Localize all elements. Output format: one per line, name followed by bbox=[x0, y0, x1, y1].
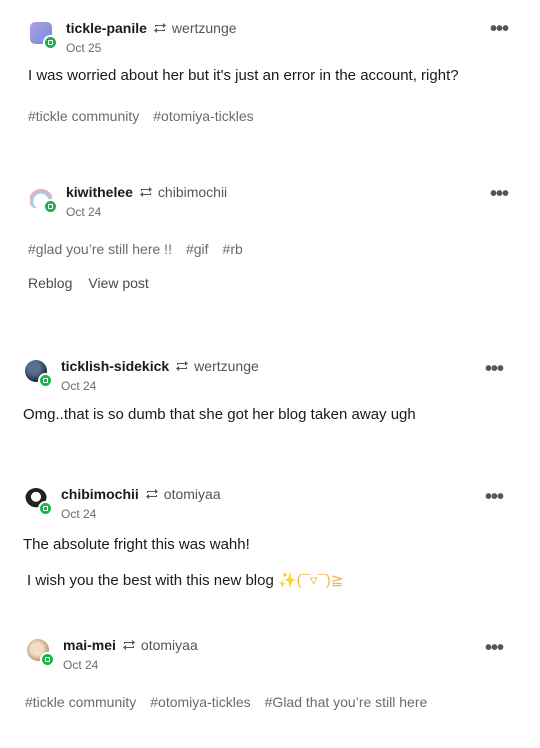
reblog-source[interactable]: otomiyaa bbox=[141, 637, 198, 653]
more-options-icon[interactable]: ••• bbox=[485, 638, 504, 658]
avatar[interactable] bbox=[30, 186, 58, 214]
follow-badge-icon bbox=[40, 652, 55, 667]
reblog-icon bbox=[153, 22, 167, 34]
tag-list: #tickle community #otomiya-tickles #Glad… bbox=[25, 693, 427, 711]
follow-badge-icon bbox=[43, 199, 58, 214]
avatar[interactable] bbox=[25, 360, 53, 388]
post-date[interactable]: Oct 24 bbox=[66, 205, 227, 219]
reblog-icon bbox=[175, 360, 189, 372]
author-name[interactable]: tickle-panile bbox=[66, 20, 147, 36]
post-actions: Reblog View post bbox=[28, 274, 149, 292]
post-header: chibimochii otomiyaa Oct 24 bbox=[25, 486, 221, 521]
author-name[interactable]: chibimochii bbox=[61, 486, 139, 502]
post-text: The absolute fright this was wahh! bbox=[23, 536, 250, 553]
tag[interactable]: #otomiya-tickles bbox=[153, 107, 253, 125]
reblog-icon bbox=[122, 639, 136, 651]
tag[interactable]: #gif bbox=[186, 240, 209, 258]
author-name[interactable]: mai-mei bbox=[63, 637, 116, 653]
tag[interactable]: #Glad that you’re still here bbox=[265, 693, 428, 711]
tag[interactable]: #tickle community bbox=[28, 107, 139, 125]
author-name[interactable]: kiwithelee bbox=[66, 184, 133, 200]
reblog-source[interactable]: wertzunge bbox=[194, 358, 259, 374]
tag[interactable]: #rb bbox=[223, 240, 243, 258]
view-post-link[interactable]: View post bbox=[88, 274, 148, 292]
tag[interactable]: #otomiya-tickles bbox=[150, 693, 250, 711]
avatar[interactable] bbox=[30, 22, 58, 50]
post-header: mai-mei otomiyaa Oct 24 bbox=[27, 637, 198, 672]
more-options-icon[interactable]: ••• bbox=[485, 359, 504, 379]
more-options-icon[interactable]: ••• bbox=[490, 184, 509, 204]
reblog-icon bbox=[139, 186, 153, 198]
follow-badge-icon bbox=[38, 373, 53, 388]
post-header: tickle-panile wertzunge Oct 25 bbox=[30, 20, 237, 55]
post-header: ticklish-sidekick wertzunge Oct 24 bbox=[25, 358, 259, 393]
tag[interactable]: #tickle community bbox=[25, 693, 136, 711]
sparkle-kaomoji: ✨(¯▿¯)≧ bbox=[277, 572, 344, 589]
author-name[interactable]: ticklish-sidekick bbox=[61, 358, 169, 374]
tag-list: #glad you’re still here !! #gif #rb bbox=[28, 240, 243, 258]
avatar[interactable] bbox=[27, 639, 55, 667]
reblog-source[interactable]: chibimochii bbox=[158, 184, 227, 200]
reblog-source[interactable]: wertzunge bbox=[172, 20, 237, 36]
post-date[interactable]: Oct 25 bbox=[66, 41, 237, 55]
post-text: I wish you the best with this new blog bbox=[27, 572, 274, 589]
post-header: kiwithelee chibimochii Oct 24 bbox=[30, 184, 227, 219]
follow-badge-icon bbox=[43, 35, 58, 50]
post-date[interactable]: Oct 24 bbox=[63, 658, 198, 672]
more-options-icon[interactable]: ••• bbox=[490, 19, 509, 39]
post-text: I was worried about her but it's just an… bbox=[28, 67, 459, 84]
post-date[interactable]: Oct 24 bbox=[61, 379, 259, 393]
reblog-icon bbox=[145, 488, 159, 500]
tag-list: #tickle community #otomiya-tickles bbox=[28, 107, 254, 125]
more-options-icon[interactable]: ••• bbox=[485, 487, 504, 507]
post-text: Omg..that is so dumb that she got her bl… bbox=[23, 406, 416, 423]
tag[interactable]: #glad you’re still here !! bbox=[28, 240, 172, 258]
avatar[interactable] bbox=[25, 488, 53, 516]
post-date[interactable]: Oct 24 bbox=[61, 507, 221, 521]
follow-badge-icon bbox=[38, 501, 53, 516]
reblog-source[interactable]: otomiyaa bbox=[164, 486, 221, 502]
reblog-link[interactable]: Reblog bbox=[28, 274, 72, 292]
post-text-line-2: I wish you the best with this new blog ✨… bbox=[27, 571, 343, 591]
